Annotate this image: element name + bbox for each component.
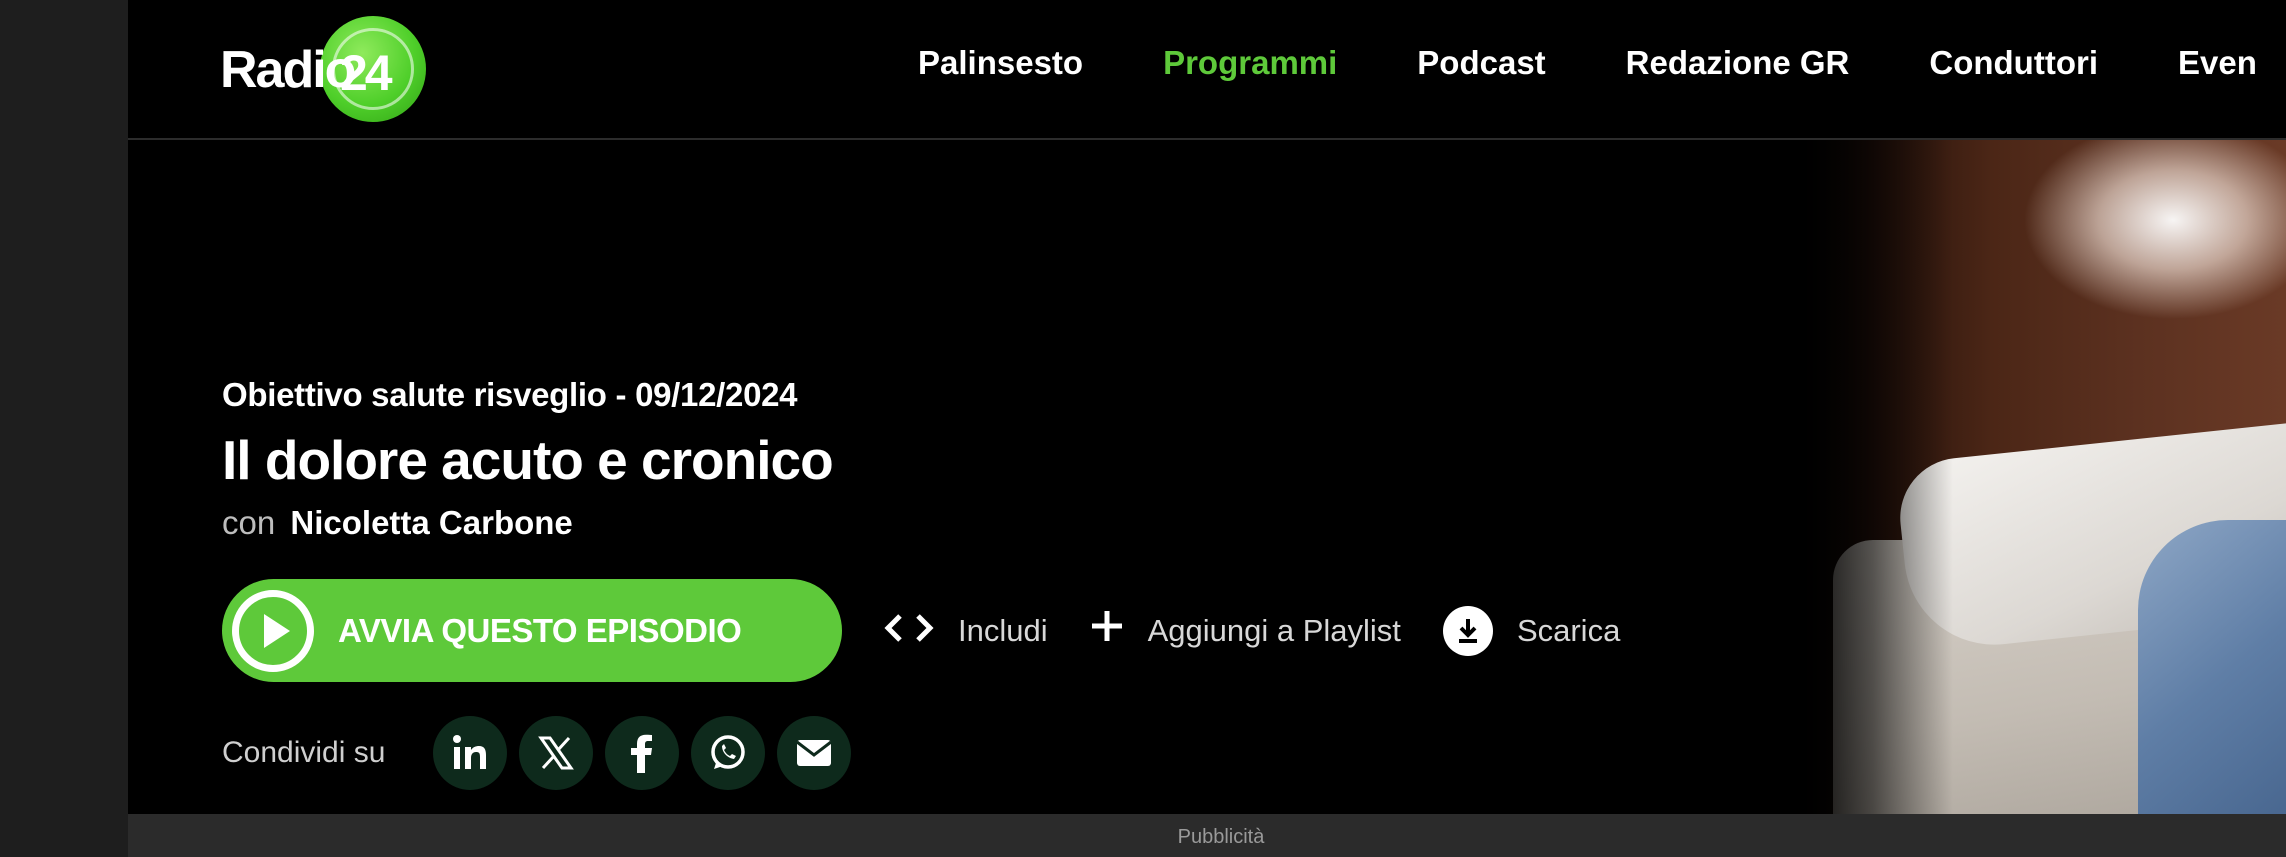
- play-episode-label: AVVIA QUESTO EPISODIO: [338, 611, 742, 649]
- page: Radio 24 Palinsesto Programmi Podcast Re…: [128, 0, 2286, 857]
- nav-item-podcast[interactable]: Podcast: [1417, 44, 1545, 82]
- nav-item-conduttori[interactable]: Conduttori: [1929, 44, 2098, 82]
- logo-text: Radio: [220, 41, 356, 99]
- logo-number: 24: [340, 45, 393, 101]
- episode-title: Il dolore acuto e cronico: [222, 429, 834, 491]
- play-icon: [232, 589, 314, 672]
- left-gutter: [0, 0, 128, 857]
- code-icon: [884, 608, 934, 653]
- add-to-playlist-button[interactable]: Aggiungi a Playlist: [1090, 608, 1401, 653]
- radio24-logo[interactable]: Radio 24: [220, 16, 480, 124]
- ad-label: Pubblicità: [1177, 826, 1265, 848]
- host-prefix: con: [222, 504, 276, 541]
- episode-hero-image: [1793, 140, 2286, 814]
- nav-item-palinsesto[interactable]: Palinsesto: [918, 44, 1083, 82]
- nav-item-redazione-gr[interactable]: Redazione GR: [1626, 44, 1850, 82]
- download-button[interactable]: Scarica: [1442, 605, 1621, 656]
- nav-item-eventi[interactable]: Even: [2178, 44, 2257, 82]
- episode-host: con Nicoletta Carbone: [222, 504, 833, 542]
- episode-info: Obiettivo salute risveglio - 09/12/2024 …: [222, 376, 834, 542]
- main-nav: Palinsesto Programmi Podcast Redazione G…: [918, 44, 2286, 82]
- embed-label: Includi: [958, 612, 1048, 648]
- hero-fade: [1793, 140, 1953, 814]
- ad-strip: Pubblicità: [128, 814, 2286, 857]
- episode-program-date[interactable]: Obiettivo salute risveglio - 09/12/2024: [222, 376, 833, 414]
- share-label: Condividi su: [222, 736, 386, 769]
- share-bar: Condividi su: [222, 716, 863, 790]
- facebook-icon[interactable]: [605, 716, 680, 790]
- download-icon: [1442, 605, 1493, 656]
- email-icon[interactable]: [777, 716, 852, 790]
- site-header: Radio 24 Palinsesto Programmi Podcast Re…: [128, 0, 2286, 140]
- play-episode-button[interactable]: AVVIA QUESTO EPISODIO: [222, 579, 842, 682]
- hero-person: [2138, 520, 2286, 814]
- episode-actions: AVVIA QUESTO EPISODIO Includi Aggiungi a…: [222, 579, 1620, 682]
- nav-item-programmi[interactable]: Programmi: [1163, 44, 1337, 82]
- plus-icon: [1090, 608, 1124, 653]
- host-name[interactable]: Nicoletta Carbone: [290, 504, 572, 541]
- add-to-playlist-label: Aggiungi a Playlist: [1147, 612, 1401, 648]
- x-icon[interactable]: [519, 716, 594, 790]
- download-label: Scarica: [1516, 612, 1621, 648]
- hero-light: [2023, 140, 2286, 320]
- embed-button[interactable]: Includi: [884, 608, 1048, 653]
- linkedin-icon[interactable]: [433, 716, 508, 790]
- whatsapp-icon[interactable]: [691, 716, 766, 790]
